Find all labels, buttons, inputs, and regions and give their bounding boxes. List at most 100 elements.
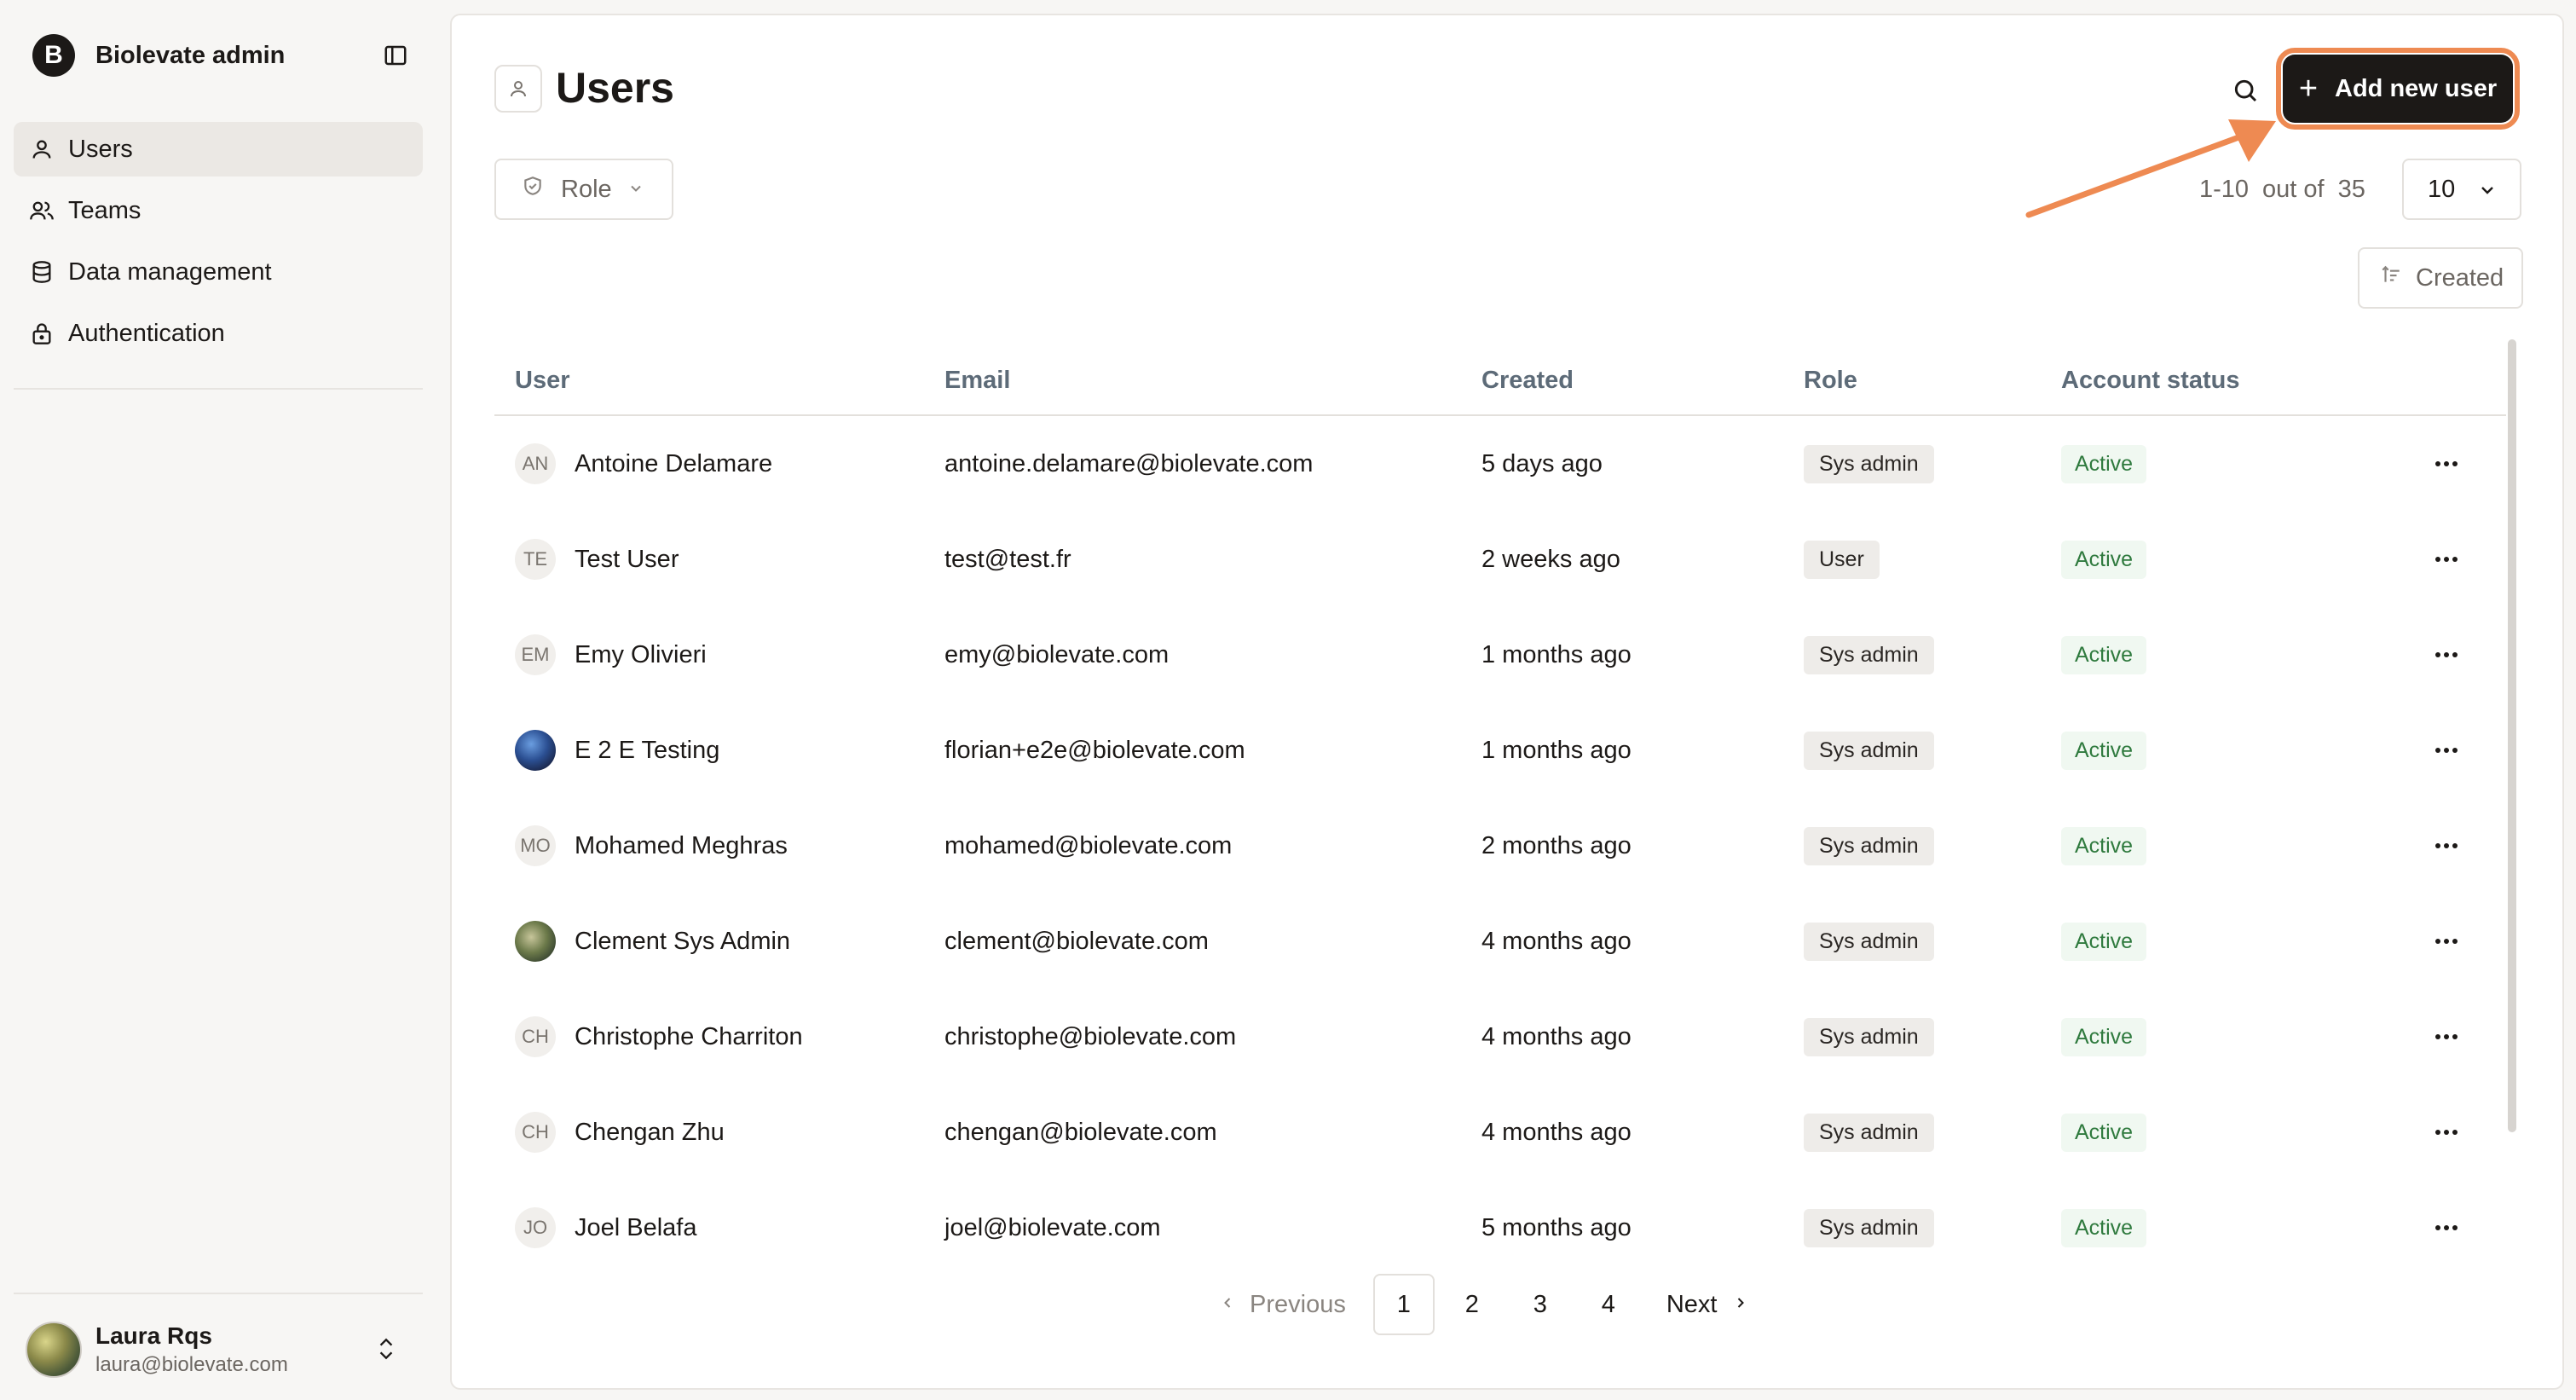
page-size-select[interactable]: 10 (2402, 159, 2521, 220)
status-cell: Active (2061, 798, 2147, 894)
user-name: Mohamed Meghras (575, 831, 788, 859)
avatar: TE (515, 539, 556, 580)
status-badge: Active (2061, 922, 2147, 961)
divider (14, 388, 423, 390)
role-badge: Sys admin (1804, 731, 1934, 770)
column-header-role[interactable]: Role (1804, 367, 1857, 395)
sort-button[interactable]: Created (2358, 247, 2523, 309)
table-row[interactable]: MO Mohamed Meghras mohamed@biolevate.com 2 … (494, 798, 2506, 894)
row-actions-cell (2426, 607, 2467, 703)
user-name: Emy Olivieri (575, 640, 707, 668)
row-actions-button[interactable] (2426, 1112, 2467, 1153)
role-badge: Sys admin (1804, 922, 1934, 961)
status-badge: Active (2061, 444, 2147, 483)
column-header-email[interactable]: Email (944, 367, 1010, 395)
created-cell: 4 months ago (1481, 927, 1632, 955)
page-button-2[interactable]: 2 (1441, 1274, 1503, 1335)
row-actions-button[interactable] (2426, 539, 2467, 580)
role-cell: Sys admin (1804, 1180, 1934, 1276)
table-row[interactable]: JO Joel Belafa joel@biolevate.com 5 months … (494, 1180, 2506, 1276)
role-badge: User (1804, 540, 1880, 579)
role-cell: Sys admin (1804, 703, 1934, 798)
avatar: AN (515, 443, 556, 484)
shield-icon (522, 175, 544, 204)
add-user-button[interactable]: + Add new user (2276, 48, 2520, 130)
user-cell: JO Joel Belafa (515, 1180, 697, 1276)
chevron-left-icon (1219, 1291, 1236, 1319)
table-row[interactable]: Clement Sys Admin clement@biolevate.com 4 … (494, 894, 2506, 989)
database-icon (27, 257, 56, 286)
column-header-account-status[interactable]: Account status (2061, 367, 2239, 395)
sidebar-item-label: Users (68, 135, 133, 163)
search-button[interactable] (2225, 70, 2266, 111)
column-header-user[interactable]: User (515, 367, 570, 395)
divider (14, 1293, 423, 1294)
created-cell: 1 months ago (1481, 640, 1632, 668)
table-row[interactable]: EM Emy Olivieri emy@biolevate.com 1 months … (494, 607, 2506, 703)
created-cell: 4 months ago (1481, 1118, 1632, 1146)
status-badge: Active (2061, 826, 2147, 865)
status-badge: Active (2061, 1017, 2147, 1056)
sidebar-item-authentication[interactable]: Authentication (14, 306, 423, 361)
sidebar-item-teams[interactable]: Teams (14, 183, 423, 238)
user-icon (494, 65, 542, 113)
row-actions-button[interactable] (2426, 1207, 2467, 1248)
row-actions-button[interactable] (2426, 730, 2467, 771)
email-cell: antoine.delamare@biolevate.com (944, 449, 1314, 477)
sidebar-item-label: Teams (68, 196, 142, 224)
role-cell: Sys admin (1804, 607, 1934, 703)
user-name: E 2 E Testing (575, 736, 720, 764)
role-badge: Sys admin (1804, 1113, 1934, 1152)
table-row[interactable]: TE Test User test@test.fr 2 weeks ago User Ac… (494, 512, 2506, 607)
pagination: Previous 1 2 3 4 Next (1219, 1274, 1749, 1335)
profile-email: laura@biolevate.com (95, 1353, 288, 1376)
sidebar-item-users[interactable]: Users (14, 122, 423, 176)
table-row[interactable]: AN Antoine Delamare antoine.delamare@biole… (494, 416, 2506, 512)
summary-total: 35 (2337, 176, 2365, 203)
sidebar-item-data-management[interactable]: Data management (14, 245, 423, 299)
row-actions-cell (2426, 512, 2467, 607)
brand[interactable]: B Biolevate admin (32, 34, 285, 77)
sidebar: B Biolevate admin Users Teams Data manag… (0, 0, 436, 1400)
row-actions-button[interactable] (2426, 1016, 2467, 1057)
user-cell: MO Mohamed Meghras (515, 798, 788, 894)
table-row[interactable]: CH Chengan Zhu chengan@biolevate.com 4 mont… (494, 1085, 2506, 1180)
profile-name: Laura Rqs (95, 1322, 212, 1349)
column-header-created[interactable]: Created (1481, 367, 1574, 395)
user-name: Chengan Zhu (575, 1118, 725, 1146)
user-cell: EM Emy Olivieri (515, 607, 707, 703)
next-page-button[interactable]: Next (1666, 1291, 1750, 1319)
role-cell: Sys admin (1804, 416, 1934, 512)
row-actions-cell (2426, 1180, 2467, 1276)
previous-label: Previous (1250, 1290, 1346, 1318)
status-cell: Active (2061, 416, 2147, 512)
more-horizontal-icon (2435, 461, 2458, 466)
row-actions-button[interactable] (2426, 921, 2467, 962)
row-actions-button[interactable] (2426, 443, 2467, 484)
user-profile-menu[interactable]: Laura Rqs laura@biolevate.com (26, 1317, 411, 1382)
status-cell: Active (2061, 703, 2147, 798)
more-horizontal-icon (2435, 939, 2458, 944)
table-row[interactable]: E 2 E Testing florian+e2e@biolevate.com 1 … (494, 703, 2506, 798)
table-row[interactable]: CH Christophe Charriton christophe@bioleva… (494, 989, 2506, 1085)
created-cell: 5 days ago (1481, 449, 1603, 477)
status-badge: Active (2061, 1113, 2147, 1152)
more-horizontal-icon (2435, 1034, 2458, 1039)
scrollbar[interactable] (2508, 339, 2516, 1132)
users-icon (27, 196, 56, 225)
role-badge: Sys admin (1804, 444, 1934, 483)
page-button-1[interactable]: 1 (1372, 1274, 1435, 1335)
row-actions-button[interactable] (2426, 634, 2467, 675)
avatar: JO (515, 1207, 556, 1248)
sidebar-toggle-button[interactable] (380, 40, 411, 71)
status-cell: Active (2061, 1180, 2147, 1276)
previous-page-button[interactable]: Previous (1219, 1291, 1346, 1319)
more-horizontal-icon (2435, 652, 2458, 657)
page-button-4[interactable]: 4 (1578, 1274, 1639, 1335)
row-actions-button[interactable] (2426, 825, 2467, 866)
search-icon (2234, 79, 2257, 102)
page-button-3[interactable]: 3 (1510, 1274, 1571, 1335)
add-user-label: Add new user (2335, 74, 2498, 102)
role-filter-dropdown[interactable]: Role (494, 159, 673, 220)
more-horizontal-icon (2435, 748, 2458, 753)
